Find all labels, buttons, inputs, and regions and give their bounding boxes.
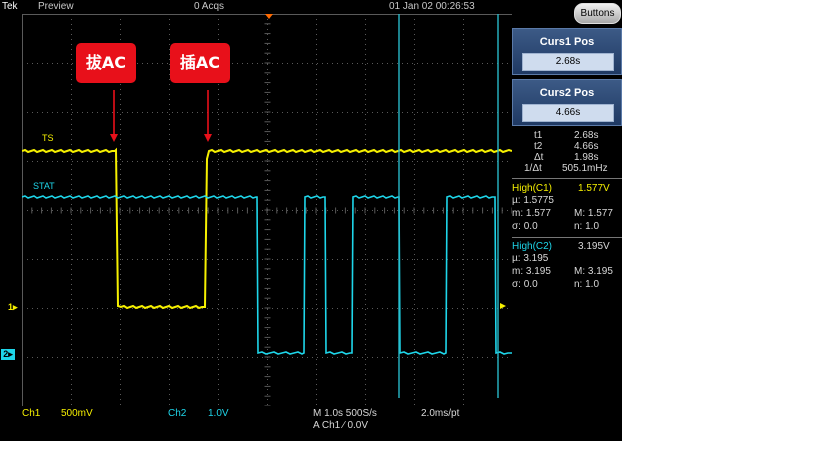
meas-c1-count: n: 1.0 [574, 221, 600, 232]
readout-inverse-delta-t-value: 505.1mHz [562, 163, 608, 174]
meas-c1-max: M: 1.577 [574, 208, 613, 219]
meas-c2-minmax: m: 3.195 M: 3.195 [512, 266, 622, 277]
meas-c2-sigma: σ: 0.0 [512, 279, 538, 290]
ch2-name[interactable]: Ch2 [168, 408, 186, 419]
readout-delta-t: Δt 1.98s [512, 152, 622, 163]
readout-t1-value: 2.68s [574, 130, 599, 141]
ch1-ground-marker[interactable]: 1▸ [8, 302, 18, 313]
meas-c1-header[interactable]: High(C1) 1.577V [512, 183, 622, 194]
panel-divider [512, 237, 622, 238]
ts-trace-label: TS [42, 133, 54, 143]
cursor1-position-box[interactable]: Curs1 Pos 2.68s [512, 28, 622, 75]
meas-c2-stats: σ: 0.0 n: 1.0 [512, 279, 622, 290]
date-time: 01 Jan 02 00:26:53 [389, 1, 475, 12]
trigger-readout[interactable]: A Ch1 ∕ 0.0V [313, 420, 368, 431]
ch1-name[interactable]: Ch1 [22, 408, 40, 419]
meas-c2-max: M: 3.195 [574, 266, 613, 277]
meas-c2-value: 3.195V [578, 241, 610, 252]
brand-label: Tek [2, 1, 18, 12]
ch2-ground-marker[interactable]: 2▸ [1, 349, 15, 360]
oscilloscope-screen: Tek Preview 0 Acqs 01 Jan 02 00:26:53 Bu… [0, 0, 622, 441]
meas-c2-header[interactable]: High(C2) 3.195V [512, 241, 622, 252]
acquisition-count: 0 Acqs [194, 1, 225, 12]
meas-c1-title: High(C1) [512, 183, 553, 194]
meas-c1-minmax: m: 1.577 M: 1.577 [512, 208, 622, 219]
readout-t2-value: 4.66s [574, 141, 599, 152]
ch1-vertical-scale[interactable]: 500mV [61, 408, 93, 419]
readout-t2-key: t2 [534, 141, 543, 152]
measurement-side-panel: Curs1 Pos 2.68s Curs2 Pos 4.66s t1 2.68s… [512, 28, 622, 441]
meas-c2-mean: µ: 3.195 [512, 253, 622, 264]
horizontal-timebase[interactable]: M 1.0s 500S/s [313, 408, 377, 419]
readout-inverse-delta-t: 1/Δt 505.1mHz [512, 163, 622, 174]
cursor2-position-box[interactable]: Curs2 Pos 4.66s [512, 79, 622, 126]
readout-t2: t2 4.66s [512, 141, 622, 152]
readout-delta-t-key: Δt [534, 152, 544, 163]
ch2-marker-label: 2 [3, 349, 9, 359]
trigger-position-icon [265, 14, 273, 19]
meas-c2-title: High(C2) [512, 241, 553, 252]
stat-trace-label: STAT [33, 181, 55, 191]
meas-c2-count: n: 1.0 [574, 279, 600, 290]
meas-c1-mean-text: µ: 1.5775 [512, 195, 554, 206]
meas-c2-mean-text: µ: 3.195 [512, 253, 549, 264]
cursor1-title: Curs1 Pos [539, 36, 595, 48]
meas-c2-min: m: 3.195 [512, 266, 551, 277]
top-status-bar: Tek Preview 0 Acqs 01 Jan 02 00:26:53 [0, 0, 622, 14]
trigger-level-icon [500, 303, 506, 309]
ch1-marker-label: 1 [8, 302, 14, 312]
panel-divider [512, 178, 622, 179]
sample-resolution: 2.0ms/pt [421, 408, 460, 419]
unplug-arrow-head [110, 134, 118, 142]
plug-arrow-head [204, 134, 212, 142]
readout-delta-t-value: 1.98s [574, 152, 599, 163]
buttons-button[interactable]: Buttons [574, 3, 621, 24]
meas-c1-stats: σ: 0.0 n: 1.0 [512, 221, 622, 232]
readout-t1: t1 2.68s [512, 130, 622, 141]
readout-inverse-delta-t-key: 1/Δt [524, 163, 542, 174]
meas-c1-value: 1.577V [578, 183, 610, 194]
meas-c1-sigma: σ: 0.0 [512, 221, 538, 232]
acquisition-mode: Preview [38, 1, 74, 12]
unplug-ac-callout: 拔AC [76, 43, 136, 83]
ch2-vertical-scale[interactable]: 1.0V [208, 408, 229, 419]
cursor2-title: Curs2 Pos [539, 87, 595, 99]
readout-t1-key: t1 [534, 130, 543, 141]
meas-c1-mean: µ: 1.5775 [512, 195, 622, 206]
cursor1-position-field[interactable]: 2.68s [522, 53, 614, 71]
plug-ac-callout: 插AC [170, 43, 230, 83]
meas-c1-min: m: 1.577 [512, 208, 551, 219]
cursor2-position-field[interactable]: 4.66s [522, 104, 614, 122]
